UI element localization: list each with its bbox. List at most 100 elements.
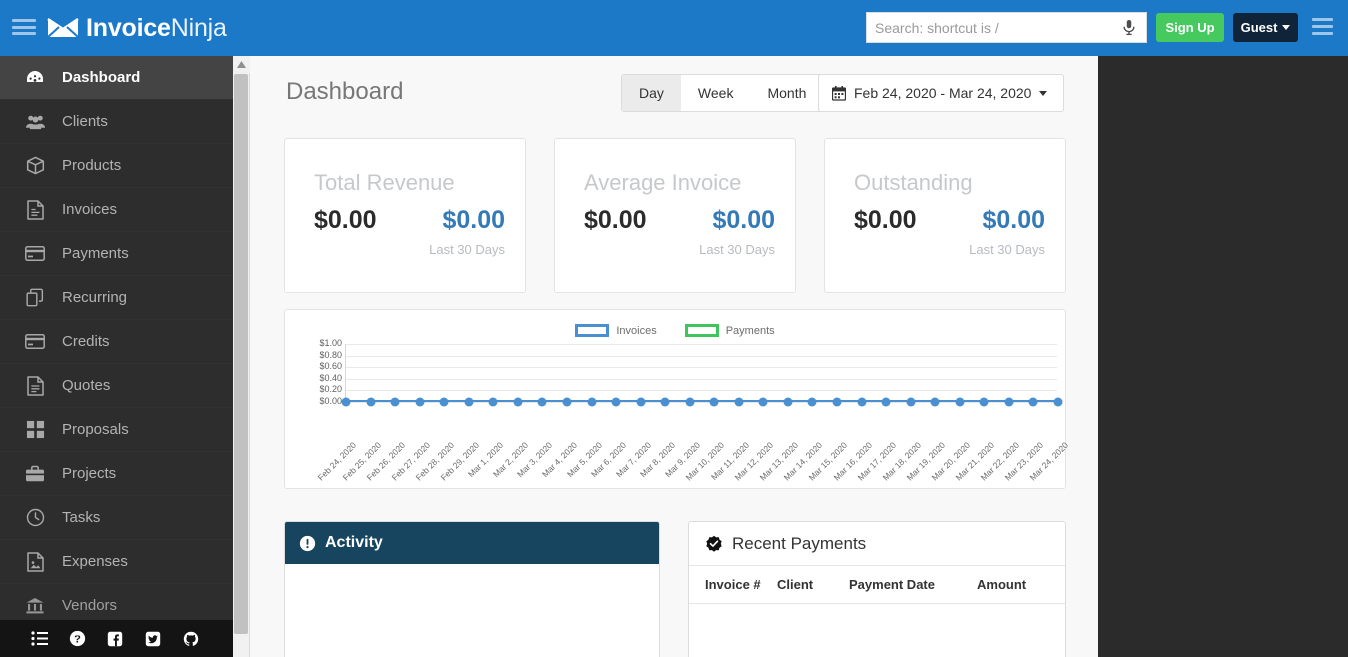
range-button-week[interactable]: Week	[681, 75, 751, 111]
help-circle-icon[interactable]: ?	[68, 630, 86, 648]
date-range-picker[interactable]: Feb 24, 2020 - Mar 24, 2020	[818, 74, 1064, 112]
sidebar-item-credits[interactable]: Credits	[0, 320, 233, 364]
sidebar-item-invoices[interactable]: Invoices	[0, 188, 233, 232]
legend-item-payments[interactable]: Payments	[685, 324, 775, 337]
chart-data-point[interactable]	[710, 398, 719, 407]
sidebar-item-payments[interactable]: Payments	[0, 232, 233, 276]
list-icon[interactable]	[30, 630, 48, 648]
range-button-month[interactable]: Month	[750, 75, 823, 111]
stat-card: Average Invoice$0.00$0.00Last 30 Days	[554, 138, 796, 293]
github-icon[interactable]	[182, 630, 200, 648]
chart-data-point[interactable]	[685, 398, 694, 407]
signup-button[interactable]: Sign Up	[1156, 13, 1224, 42]
credit-card-icon	[24, 243, 46, 265]
chart-data-point[interactable]	[931, 398, 940, 407]
sidebar-item-label: Tasks	[62, 510, 100, 525]
table-header-row: Invoice #ClientPayment DateAmount	[689, 566, 1065, 604]
hamburger-icon-line	[1312, 32, 1333, 35]
chart-data-point[interactable]	[1029, 398, 1038, 407]
chart-data-point[interactable]	[366, 398, 375, 407]
sidebar-item-products[interactable]: Products	[0, 144, 233, 188]
chart-data-point[interactable]	[636, 398, 645, 407]
top-header-bar: InvoiceNinja Sign Up Guest	[0, 0, 1348, 56]
scrollbar-thumb[interactable]	[234, 74, 248, 634]
chart-data-point[interactable]	[882, 398, 891, 407]
search-input[interactable]	[867, 13, 1113, 42]
sidebar-item-clients[interactable]: Clients	[0, 100, 233, 144]
credit-card-icon	[24, 331, 46, 353]
date-range-label: Feb 24, 2020 - Mar 24, 2020	[854, 85, 1031, 101]
brand-name: InvoiceNinja	[86, 16, 227, 41]
table-column-header[interactable]: Invoice #	[689, 566, 777, 604]
sidebar-item-dashboard[interactable]: Dashboard	[0, 56, 233, 100]
clock-icon	[24, 507, 46, 529]
sidebar-item-tasks[interactable]: Tasks	[0, 496, 233, 540]
scroll-up-arrow-icon[interactable]	[233, 56, 250, 73]
dashboard-gauge-icon	[24, 67, 46, 89]
recent-payments-header: Recent Payments	[689, 522, 1065, 566]
hamburger-icon-line	[1312, 25, 1333, 28]
right-menu-button[interactable]	[1312, 18, 1333, 35]
chart-data-point[interactable]	[857, 398, 866, 407]
table-column-header[interactable]: Payment Date	[849, 566, 977, 604]
recent-payments-panel: Recent Payments Invoice #ClientPayment D…	[688, 521, 1066, 657]
chart-data-point[interactable]	[464, 398, 473, 407]
chart-data-point[interactable]	[661, 398, 670, 407]
chart-data-point[interactable]	[562, 398, 571, 407]
legend-item-invoices[interactable]: Invoices	[575, 324, 656, 337]
range-button-day[interactable]: Day	[622, 75, 681, 111]
sidebar-toggle-button[interactable]	[12, 17, 36, 37]
chart-data-point[interactable]	[342, 398, 351, 407]
users-icon	[24, 111, 46, 133]
table-column-header[interactable]: Amount	[977, 566, 1065, 604]
chart-data-point[interactable]	[980, 398, 989, 407]
sidebar-item-quotes[interactable]: Quotes	[0, 364, 233, 408]
sidebar-item-projects[interactable]: Projects	[0, 452, 233, 496]
chart-data-point[interactable]	[489, 398, 498, 407]
chart-data-point[interactable]	[612, 398, 621, 407]
chart-data-point[interactable]	[783, 398, 792, 407]
page-scrollbar[interactable]	[233, 56, 250, 657]
chart-data-point[interactable]	[391, 398, 400, 407]
search-box[interactable]	[866, 12, 1147, 43]
chart-data-point[interactable]	[440, 398, 449, 407]
page-header: Dashboard DayWeekMonth Feb 24, 2020 - Ma…	[250, 56, 1098, 128]
stat-card-note: Last 30 Days	[969, 242, 1045, 257]
sidebar-item-recurring[interactable]: Recurring	[0, 276, 233, 320]
microphone-icon[interactable]	[1120, 18, 1138, 37]
sidebar-item-proposals[interactable]: Proposals	[0, 408, 233, 452]
chart-panel: Invoices Payments $1.00$0.80$0.60$0.40$0.…	[284, 309, 1066, 489]
twitter-icon[interactable]	[144, 630, 162, 648]
chart-data-point[interactable]	[955, 398, 964, 407]
chart-data-point[interactable]	[759, 398, 768, 407]
sidebar-item-expenses[interactable]: Expenses	[0, 540, 233, 584]
chart-data-point[interactable]	[1004, 398, 1013, 407]
chart-data-point[interactable]	[415, 398, 424, 407]
app-root: InvoiceNinja Sign Up Guest DashboardClie…	[0, 0, 1348, 657]
chart-data-point[interactable]	[808, 398, 817, 407]
guest-account-dropdown[interactable]: Guest	[1233, 13, 1298, 42]
table-column-header[interactable]: Client	[777, 566, 849, 604]
stat-card-secondary-value: $0.00	[982, 206, 1045, 235]
exclamation-circle-icon	[299, 535, 316, 552]
sidebar-item-label: Projects	[62, 466, 116, 481]
sidebar-item-label: Proposals	[62, 422, 129, 437]
chart-data-point[interactable]	[513, 398, 522, 407]
brand-logo-link[interactable]: InvoiceNinja	[47, 11, 227, 45]
bottom-panel-row: Activity Recent Payments Invoice #Client…	[284, 521, 1066, 657]
chart-data-point[interactable]	[734, 398, 743, 407]
facebook-icon[interactable]	[106, 630, 124, 648]
y-axis-tick-label: $1.00	[319, 339, 342, 348]
chart-data-point[interactable]	[538, 398, 547, 407]
stat-card-note: Last 30 Days	[699, 242, 775, 257]
chart-plot-area: $1.00$0.80$0.60$0.40$0.20$0.00 Feb 24, 2…	[285, 344, 1067, 404]
stat-card-row: Total Revenue$0.00$0.00Last 30 DaysAvera…	[284, 138, 1066, 293]
chart-gridlines	[345, 344, 1057, 402]
stat-card-title: Average Invoice	[584, 170, 783, 196]
chart-data-point[interactable]	[833, 398, 842, 407]
envelope-icon	[47, 17, 79, 39]
chart-data-point[interactable]	[906, 398, 915, 407]
chart-data-point[interactable]	[587, 398, 596, 407]
sidebar-item-list: DashboardClientsProductsInvoicesPayments…	[0, 56, 233, 628]
chart-data-point[interactable]	[1054, 398, 1063, 407]
